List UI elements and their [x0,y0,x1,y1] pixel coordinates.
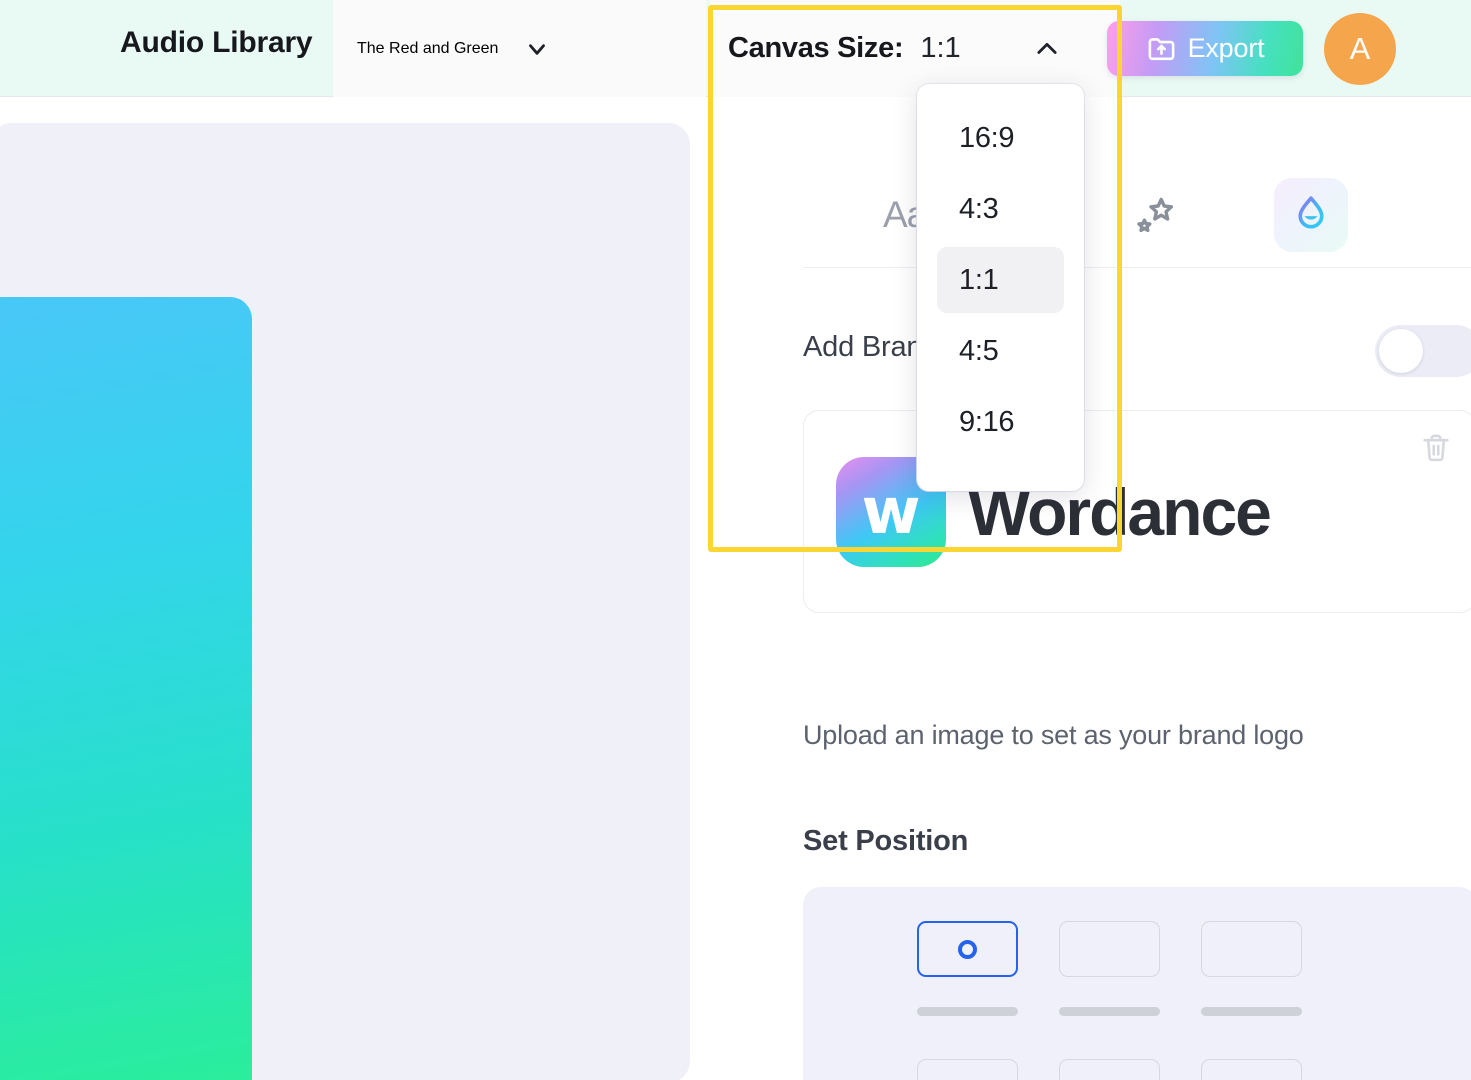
position-top-center[interactable] [1059,921,1160,977]
brand-logo-caption: Upload an image to set as your brand log… [803,720,1304,750]
watermark-tool[interactable] [1274,178,1349,252]
export-button[interactable]: Export [1107,21,1303,76]
avatar-initial: A [1349,31,1371,66]
dropdown-option-4-5[interactable]: 4:5 [937,318,1064,384]
canvas-panel [0,123,690,1080]
position-divider-bars [917,1007,1302,1016]
dropdown-option-16-9[interactable]: 16:9 [937,105,1064,171]
app-root: Audio Library The Red and Green Canvas S… [0,0,1471,1080]
position-bar [1059,1007,1160,1016]
top-header: Audio Library The Red and Green Canvas S… [0,0,1471,97]
canvas-size-label: Canvas Size: [728,32,904,64]
position-bar [917,1007,1018,1016]
position-top-right[interactable] [1201,921,1302,977]
add-brand-toggle[interactable] [1375,325,1471,377]
toggle-knob [1379,329,1423,373]
dropdown-option-1-1[interactable]: 1:1 [937,247,1064,313]
settings-panel: Aa Add Brand w Wordance Upload an image … [707,97,1471,1080]
dropdown-option-9-16[interactable]: 9:16 [937,389,1064,455]
dropdown-option-4-3[interactable]: 4:3 [937,176,1064,242]
position-selected-dot-icon [958,939,977,959]
set-position-title: Set Position [803,825,969,857]
sparkle-icon[interactable] [1132,191,1180,239]
canvas-size-dropdown-menu[interactable]: 16:9 4:3 1:1 4:5 9:16 [917,84,1084,491]
brand-logo-box[interactable]: w Wordance [803,410,1471,613]
page-title: Audio Library [120,26,313,59]
project-selector[interactable]: The Red and Green [333,0,706,97]
add-brand-row: Add Brand [803,325,1471,377]
canvas-size-control[interactable]: Canvas Size: 1:1 [710,0,1120,97]
position-top-left[interactable] [917,921,1018,977]
position-row-bottom [917,1059,1302,1080]
folder-upload-icon [1148,38,1174,61]
position-row-top [917,921,1302,977]
position-bottom-center[interactable] [1059,1059,1160,1080]
position-grid [803,887,1471,1080]
position-bar [1201,1007,1302,1016]
position-bottom-right[interactable] [1201,1059,1302,1080]
water-drop-icon [1298,196,1324,229]
trash-icon[interactable] [1419,431,1453,465]
position-bottom-left[interactable] [917,1059,1018,1080]
project-name: The Red and Green [357,39,499,57]
section-divider [803,267,1471,268]
canvas-size-value: 1:1 [920,32,961,64]
canvas-artwork[interactable] [0,297,252,1080]
avatar[interactable]: A [1324,13,1396,85]
export-button-label: Export [1187,33,1265,63]
chevron-up-icon[interactable] [1033,35,1061,63]
chevron-down-icon [529,43,546,55]
tools-row: Aa [803,175,1403,255]
